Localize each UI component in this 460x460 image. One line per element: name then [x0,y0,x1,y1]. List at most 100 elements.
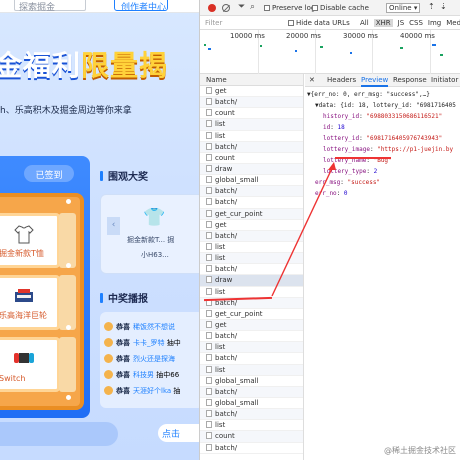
onlook-title: 围观大奖 [100,168,148,183]
detail-tabs: ✕ Headers Preview Response Initiator [305,74,460,87]
board-light [66,199,71,204]
tab-initiator[interactable]: Initiator [431,76,458,84]
request-row[interactable]: list [200,364,303,376]
tab-headers[interactable]: Headers [327,76,356,84]
site-header: 探索掘金 创作者中心 [0,0,199,13]
file-icon [206,376,212,384]
request-row[interactable]: batch/ [200,141,303,153]
avatar [104,370,113,379]
file-icon [206,287,212,295]
request-row[interactable]: count [200,108,303,120]
filter-input[interactable]: Filter [205,19,222,27]
winner-row: 恭喜 稀饭然不想说 [104,322,175,334]
devtools-network-panel: ⏷ ⌕ Preserve log Disable cache Online ▾ … [199,0,460,460]
request-row[interactable]: get [200,86,303,98]
prize-cell-edge [59,337,76,392]
request-name: list [215,365,226,374]
request-name: batch/ [215,265,238,274]
throttle-select[interactable]: Online ▾ [386,3,421,13]
search-icon[interactable]: ⌕ [250,2,255,12]
annotation-arrow [271,162,336,297]
board-light [66,325,71,330]
file-icon [206,309,212,317]
prize-cell[interactable]: 掘金新款T恤 [0,213,60,268]
request-row[interactable]: batch/ [200,331,303,343]
json-line[interactable]: ▼data: {id: 18, lottery_id: "6981716405 [307,100,460,111]
request-row[interactable]: batch/ [200,97,303,109]
request-row[interactable]: list [200,342,303,354]
signed-in-button[interactable]: 已签到 [24,165,74,182]
prize-label: Switch [0,374,26,383]
json-line[interactable]: id: 18 [307,122,460,133]
request-name: list [215,343,226,352]
file-icon [206,276,212,284]
bottom-button[interactable]: 点击 [158,424,199,442]
type-filter-all[interactable]: All [360,19,369,27]
file-icon [206,142,212,150]
creator-center-button[interactable]: 创作者中心 [114,0,168,13]
json-line[interactable]: lottery_image: "https://p1-juejin.by [307,144,460,155]
preserve-log-checkbox[interactable]: Preserve log [264,4,315,12]
upload-icon[interactable]: ⇡ [428,2,435,11]
request-name: list [215,287,226,296]
avatar [104,322,113,331]
tshirt-icon [14,225,34,244]
type-filter-js[interactable]: JS [398,19,405,27]
request-row[interactable]: batch/ [200,443,303,454]
network-toolbar: ⏷ ⌕ Preserve log Disable cache Online ▾ … [200,0,460,16]
download-icon[interactable]: ⇣ [440,2,447,11]
headline-tail-text: 揭 [139,49,169,82]
tab-response[interactable]: Response [393,76,427,84]
file-icon [206,265,212,273]
file-icon [206,387,212,395]
hide-data-urls-checkbox[interactable]: Hide data URLs [288,19,350,27]
request-row[interactable]: batch/ [200,409,303,421]
chevron-left-icon[interactable]: ‹ [107,217,120,235]
json-line[interactable]: lottery_id: "6981716405976743943" [307,133,460,144]
request-row[interactable]: count [200,431,303,443]
close-icon[interactable]: ✕ [309,76,315,84]
request-name: get [215,220,227,229]
winner-row: 恭喜 科技男 抽中66 [104,370,179,382]
request-row[interactable]: list [200,420,303,432]
request-row[interactable]: batch/ [200,353,303,365]
tab-preview[interactable]: Preview [361,76,389,87]
request-row[interactable]: get [200,319,303,332]
timeline-bar [260,45,262,47]
record-icon[interactable] [208,4,216,12]
request-name: get [215,320,227,329]
type-filter-img[interactable]: Img [428,19,441,27]
request-name: get_cur_point [215,309,263,318]
name-column-header[interactable]: Name [200,74,303,86]
avatar [104,338,113,347]
request-row[interactable]: get_cur_point [200,309,303,320]
type-filter-media[interactable]: Media [446,19,460,27]
json-line[interactable]: ▼{err_no: 0, err_msg: "success",…} [307,89,460,100]
clear-icon[interactable] [222,4,230,12]
request-row[interactable]: list [200,131,303,142]
network-timeline[interactable]: 10000 ms 20000 ms 30000 ms 40000 ms [200,30,460,74]
file-icon [206,220,212,228]
request-row[interactable]: batch/ [200,386,303,398]
request-name: batch/ [215,443,238,452]
lego-ship-icon [15,289,33,302]
type-filter-css[interactable]: CSS [409,19,423,27]
disable-cache-checkbox[interactable]: Disable cache [312,4,369,12]
search-input[interactable]: 探索掘金 [14,0,86,13]
type-filter-xhr[interactable]: XHR [373,19,393,27]
file-icon [206,176,212,184]
prize-cell[interactable]: Switch [0,337,60,392]
request-name: count [215,432,235,441]
file-icon [206,410,212,418]
request-row[interactable]: list [200,119,303,131]
json-line[interactable]: history_id: "6988033150686116521" [307,111,460,122]
timeline-bar [295,50,297,52]
winners-list: 恭喜 稀饭然不想说 恭喜 卡卡_罗特 抽中 恭喜 烈火还是探海 恭喜 科技男 抽中66 … [100,312,199,408]
file-icon [206,187,212,195]
request-row[interactable]: global_small [200,376,303,387]
request-row[interactable]: global_small [200,398,303,410]
onlook-user: 小H63... [141,251,169,259]
avatar [104,354,113,363]
prize-cell[interactable]: 乐高海洋巨轮 [0,275,60,330]
filter-funnel-icon[interactable]: ⏷ [238,2,245,12]
